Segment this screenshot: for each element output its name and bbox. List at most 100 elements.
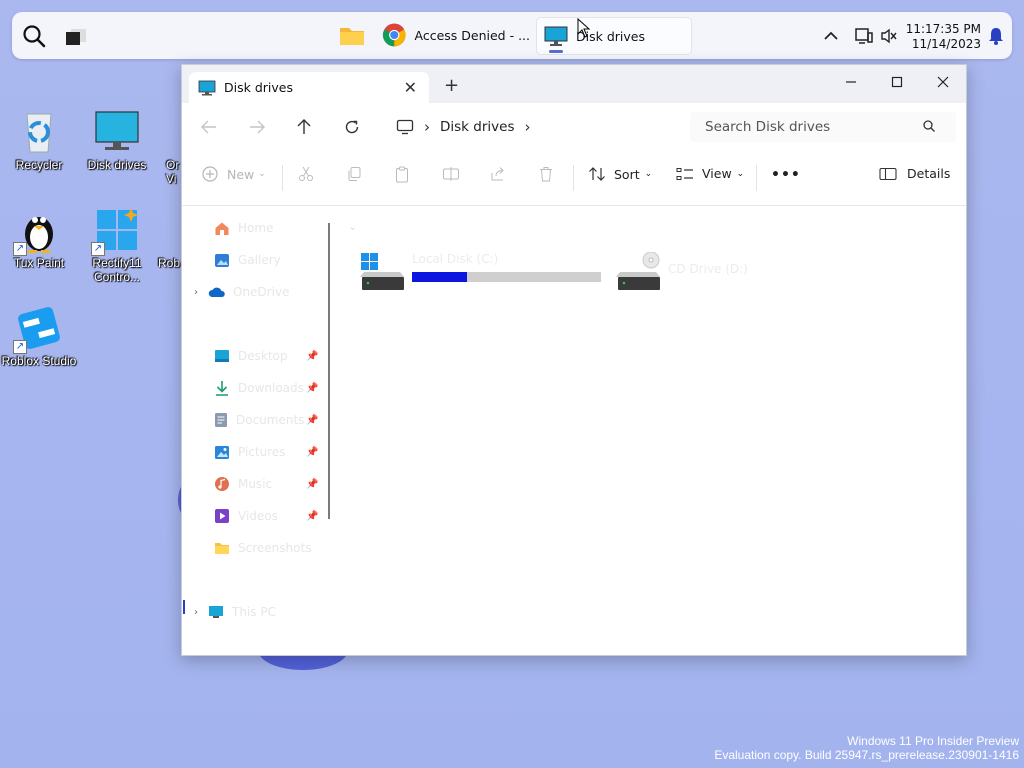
clock-date: 11/14/2023	[911, 37, 981, 51]
nav-item-documents[interactable]: Documents 📌	[214, 409, 318, 431]
new-label: New	[227, 166, 255, 182]
close-tab-icon[interactable]: ✕	[404, 78, 417, 97]
see-more-button[interactable]: •••	[771, 167, 801, 183]
navigation-scrollbar[interactable]	[328, 223, 330, 519]
task-view-icon	[66, 29, 86, 45]
download-icon	[216, 381, 228, 396]
pin-icon: 📌	[306, 446, 319, 458]
desktop-icon-disk-drives[interactable]: Disk drives	[78, 108, 156, 172]
nav-item-gallery[interactable]: Gallery	[214, 249, 281, 271]
nav-item-label: Music	[238, 477, 273, 491]
windows-drive-icon	[360, 253, 404, 290]
desktop-icon-partial[interactable]: Or Vi	[156, 108, 182, 186]
music-icon	[215, 477, 229, 491]
chevron-down-icon: ⌄	[736, 168, 745, 179]
rename-button[interactable]	[442, 166, 460, 182]
share-button[interactable]	[490, 166, 506, 182]
task-view-button[interactable]	[62, 24, 90, 50]
drive-item-cd-drive[interactable]: CD Drive (D:)	[616, 252, 816, 296]
desktop-icon-label: Roblox Studio	[1, 354, 77, 368]
search-button[interactable]	[20, 22, 48, 50]
cd-drive-icon	[616, 252, 660, 290]
nav-item-videos[interactable]: Videos 📌	[214, 505, 318, 527]
copy-button[interactable]	[346, 166, 362, 182]
nav-item-music[interactable]: Music 📌	[214, 473, 318, 495]
back-button[interactable]	[196, 115, 222, 139]
nav-item-screenshots[interactable]: Screenshots	[214, 537, 311, 559]
paste-button[interactable]	[394, 166, 410, 183]
taskbar-app-chrome[interactable]: Access Denied - ...	[380, 17, 530, 53]
group-collapse-icon[interactable]: ⌄	[348, 220, 357, 233]
taskbar-app-file-explorer[interactable]	[334, 17, 370, 53]
volume-button[interactable]	[878, 25, 900, 47]
notifications-button[interactable]	[986, 25, 1006, 47]
show-hidden-icons-button[interactable]	[820, 26, 842, 46]
tab-disk-drives[interactable]: Disk drives ✕	[189, 72, 429, 103]
nav-item-label: Documents	[236, 413, 305, 427]
address-bar[interactable]: › Disk drives ›	[386, 112, 678, 142]
nav-item-this-pc[interactable]: › This PC	[194, 601, 276, 623]
desktop-icon-tux-paint[interactable]: ↗ Tux Paint	[0, 206, 78, 270]
file-explorer-window: Disk drives ✕ + › Disk drives › Search D…	[181, 64, 967, 656]
chevron-right-icon[interactable]: ›	[194, 607, 198, 618]
nav-item-home[interactable]: Home	[214, 217, 273, 239]
drive-item-local-disk[interactable]: Local Disk (C:)	[360, 252, 604, 296]
view-button[interactable]: View ⌄	[676, 166, 744, 181]
cut-button[interactable]	[298, 166, 314, 182]
new-tab-button[interactable]: +	[444, 75, 459, 96]
storage-usage-bar	[412, 272, 601, 282]
app-icon	[167, 108, 182, 156]
desktop-icon-partial[interactable]: Rob	[156, 206, 182, 270]
sort-icon	[589, 167, 605, 181]
copy-icon	[348, 167, 361, 181]
selection-indicator	[183, 600, 185, 614]
chrome-icon	[382, 23, 406, 47]
up-button[interactable]	[291, 115, 317, 139]
arrow-up-icon	[297, 119, 311, 134]
sort-button[interactable]: Sort ⌄	[588, 166, 652, 182]
nav-item-downloads[interactable]: Downloads 📌	[214, 377, 318, 399]
cloud-icon	[208, 287, 225, 297]
desktop-icon-label: Rectify11 Contro...	[92, 256, 142, 284]
watermark-line: Windows 11 Pro Insider Preview	[847, 734, 1019, 748]
active-indicator	[549, 50, 563, 53]
title-bar[interactable]: Disk drives ✕ +	[182, 65, 966, 103]
forward-button[interactable]	[244, 115, 270, 139]
pin-icon: 📌	[306, 478, 319, 490]
delete-button[interactable]	[538, 166, 554, 182]
chevron-right-icon[interactable]: ›	[194, 287, 198, 298]
chevron-down-icon: ⌄	[644, 169, 653, 179]
system-clock[interactable]: 11:17:35 PM 11/14/2023	[906, 22, 981, 52]
shortcut-arrow-icon: ↗	[13, 340, 27, 354]
search-placeholder: Search Disk drives	[705, 119, 831, 135]
drive-label: Local Disk (C:)	[412, 252, 499, 266]
details-pane-button[interactable]: Details	[879, 166, 950, 181]
search-box[interactable]: Search Disk drives	[690, 112, 956, 142]
taskbar-app-disk-drives[interactable]: Disk drives	[536, 17, 692, 55]
nav-item-desktop[interactable]: Desktop 📌	[214, 345, 318, 367]
chevron-down-icon: ⌄	[258, 169, 266, 179]
nav-item-pictures[interactable]: Pictures 📌	[214, 441, 318, 463]
refresh-button[interactable]	[339, 115, 365, 139]
trash-icon	[540, 167, 552, 182]
maximize-button[interactable]	[874, 69, 920, 95]
breadcrumb-item[interactable]: Disk drives	[440, 119, 515, 135]
breadcrumb-separator-icon[interactable]: ›	[424, 118, 430, 136]
desktop-icon-recycler[interactable]: Recycler	[0, 108, 78, 172]
desktop-icon-rectify11[interactable]: ↗ Rectify11 Contro...	[78, 206, 156, 284]
nav-item-label: Videos	[238, 509, 278, 523]
new-button[interactable]: New ⌄	[202, 166, 266, 182]
monitor-icon	[544, 26, 568, 46]
network-status-button[interactable]	[852, 25, 876, 47]
pin-icon: 📌	[306, 382, 319, 394]
desktop-icon-label: Or Vi	[166, 158, 180, 186]
breadcrumb-separator-icon[interactable]: ›	[525, 118, 531, 136]
desktop-icon-label: Disk drives	[87, 158, 147, 172]
desktop-icon-roblox-studio[interactable]: ↗ Roblox Studio	[0, 304, 78, 368]
close-window-button[interactable]	[920, 69, 966, 95]
minimize-button[interactable]	[828, 69, 874, 95]
refresh-icon	[345, 120, 359, 134]
pin-icon: 📌	[306, 510, 319, 522]
nav-item-onedrive[interactable]: › OneDrive	[194, 281, 289, 303]
divider	[282, 165, 283, 191]
